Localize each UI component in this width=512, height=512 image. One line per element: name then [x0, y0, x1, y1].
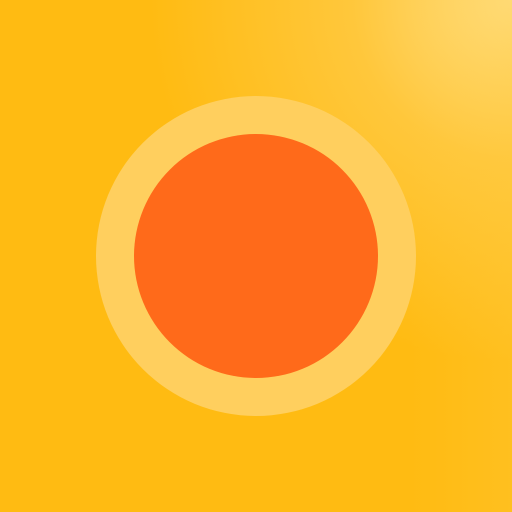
- orange-circle-icon: [134, 134, 378, 378]
- app-icon-canvas: [0, 0, 512, 512]
